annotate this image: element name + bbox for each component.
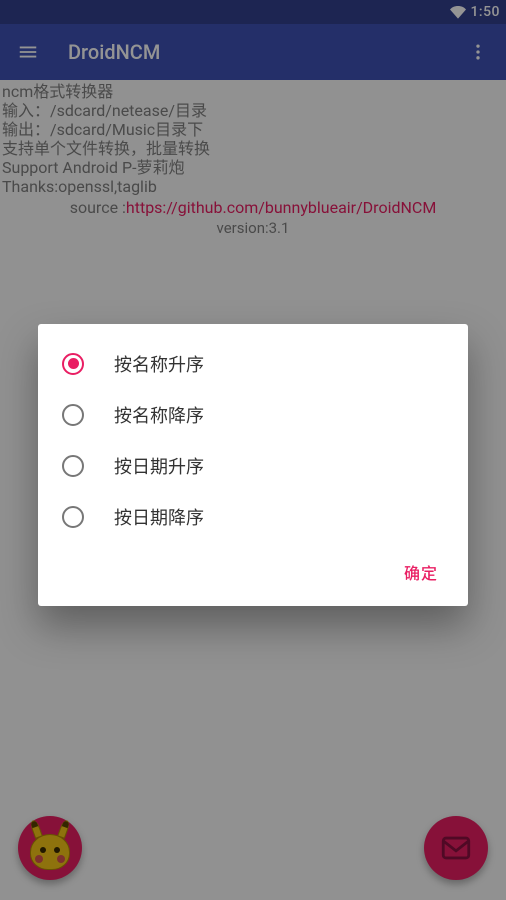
dialog-actions: 确定	[38, 542, 468, 598]
radio-icon	[62, 455, 84, 477]
radio-label: 按日期升序	[114, 453, 204, 479]
radio-icon	[62, 506, 84, 528]
sort-option-date-asc[interactable]: 按日期升序	[38, 440, 468, 491]
radio-label: 按名称升序	[114, 351, 204, 377]
radio-icon	[62, 404, 84, 426]
sort-option-name-asc[interactable]: 按名称升序	[38, 338, 468, 389]
sort-option-date-desc[interactable]: 按日期降序	[38, 491, 468, 542]
confirm-button[interactable]: 确定	[392, 552, 450, 592]
sort-dialog: 按名称升序 按名称降序 按日期升序 按日期降序 确定	[38, 324, 468, 606]
radio-icon	[62, 353, 84, 375]
sort-option-name-desc[interactable]: 按名称降序	[38, 389, 468, 440]
radio-label: 按日期降序	[114, 504, 204, 530]
radio-label: 按名称降序	[114, 402, 204, 428]
